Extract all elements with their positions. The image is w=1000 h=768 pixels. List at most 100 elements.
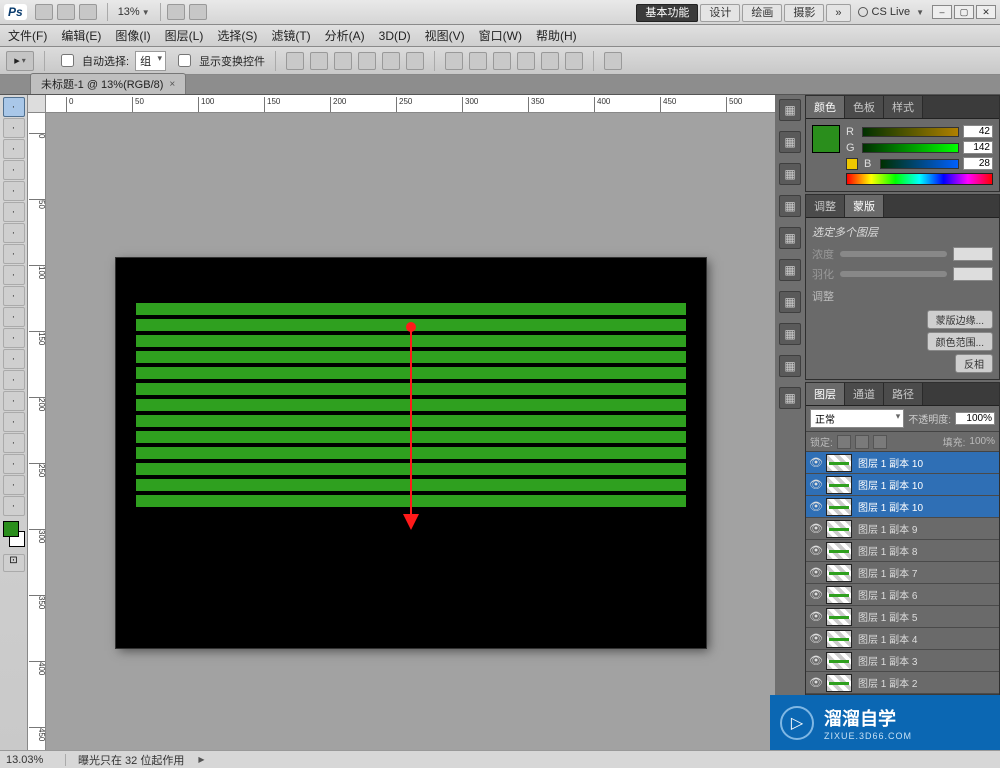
align-icon[interactable] (310, 52, 328, 70)
adj-field[interactable] (953, 267, 993, 281)
panel-tab[interactable]: 样式 (884, 96, 923, 118)
mask-button[interactable]: 颜色范围... (927, 332, 993, 351)
gamut-warning-icon[interactable] (846, 158, 858, 170)
layer-visibility-icon[interactable]: 👁 (806, 654, 826, 667)
panel-tab[interactable]: 调整 (806, 195, 845, 217)
distribute-icon[interactable] (493, 52, 511, 70)
window-close-button[interactable]: ✕ (976, 5, 996, 19)
menu-item[interactable]: 编辑(E) (61, 27, 101, 44)
lock-all-icon[interactable] (873, 435, 887, 449)
dock-para-icon[interactable]: ▦ (779, 259, 801, 281)
layer-thumbnail[interactable] (826, 454, 852, 472)
layer-name[interactable]: 图层 1 副本 5 (858, 609, 999, 624)
artboard[interactable] (116, 258, 706, 648)
dock-clone-icon[interactable]: ▦ (779, 291, 801, 313)
opacity-field[interactable]: 100% (955, 412, 995, 425)
workspace-button[interactable]: 基本功能 (636, 4, 698, 22)
screenmode-icon[interactable] (189, 4, 207, 20)
mask-button[interactable]: 反相 (955, 354, 993, 373)
workspace-button[interactable]: 绘画 (742, 4, 782, 22)
workspace-button[interactable]: 设计 (700, 4, 740, 22)
layer-thumbnail[interactable] (826, 542, 852, 560)
tool-path[interactable]: · (3, 433, 25, 453)
window-max-button[interactable]: ▢ (954, 5, 974, 19)
dock-nav-icon[interactable]: ▦ (779, 99, 801, 121)
bridge-icon[interactable] (35, 4, 53, 20)
layer-visibility-icon[interactable]: 👁 (806, 500, 826, 513)
layer-row[interactable]: 👁 图层 1 副本 4 (806, 628, 999, 650)
current-tool-indicator[interactable]: ▸▾ (6, 51, 34, 71)
layer-visibility-icon[interactable]: 👁 (806, 478, 826, 491)
layer-row[interactable]: 👁图层 1 副本 10 (806, 496, 999, 518)
ruler-vertical[interactable]: 050100150200250300350400450 (28, 113, 46, 750)
cslive-button[interactable]: CS Live▼ (858, 6, 924, 18)
minibridge-icon[interactable] (57, 4, 75, 20)
tool-gradient[interactable]: · (3, 328, 25, 348)
tool-eraser[interactable]: · (3, 307, 25, 327)
menu-item[interactable]: 分析(A) (325, 27, 365, 44)
layer-name[interactable]: 图层 1 副本 10 (858, 477, 999, 492)
layer-row[interactable]: 👁 图层 1 副本 7 (806, 562, 999, 584)
layer-name[interactable]: 图层 1 副本 3 (858, 653, 999, 668)
arrange-icon[interactable] (604, 52, 622, 70)
layer-thumbnail[interactable] (826, 608, 852, 626)
color-swatches[interactable] (3, 521, 25, 547)
tool-marquee[interactable]: · (3, 118, 25, 138)
canvas-viewport[interactable] (46, 113, 775, 750)
dock-swatch-icon[interactable]: ▦ (779, 131, 801, 153)
panel-tab[interactable]: 色板 (845, 96, 884, 118)
layer-row[interactable]: 👁图层 1 副本 8 (806, 540, 999, 562)
panel-tab[interactable]: 颜色 (806, 96, 845, 118)
dock-adjust-icon[interactable]: ▦ (779, 195, 801, 217)
layer-visibility-icon[interactable]: 👁 (806, 566, 826, 579)
tool-pen[interactable]: · (3, 391, 25, 411)
tool-wand[interactable]: · (3, 160, 25, 180)
tool-zoom[interactable]: · (3, 496, 25, 516)
quickmask-button[interactable]: ⊡ (3, 554, 25, 572)
layer-thumbnail[interactable] (826, 674, 852, 692)
tool-hand[interactable]: · (3, 475, 25, 495)
show-transform-checkbox[interactable] (178, 54, 191, 67)
dock-tool-icon[interactable]: ▦ (779, 323, 801, 345)
adj-slider[interactable] (840, 251, 947, 257)
layer-row[interactable]: 👁图层 1 副本 6 (806, 584, 999, 606)
distribute-icon[interactable] (445, 52, 463, 70)
adj-field[interactable] (953, 247, 993, 261)
layer-visibility-icon[interactable]: 👁 (806, 632, 826, 645)
tool-heal[interactable]: · (3, 223, 25, 243)
dock-3d-icon[interactable]: ▦ (779, 355, 801, 377)
panel-tab[interactable]: 路径 (884, 383, 923, 405)
adj-slider[interactable] (840, 271, 947, 277)
layer-visibility-icon[interactable]: 👁 (806, 610, 826, 623)
foreground-color-chip[interactable] (812, 125, 840, 153)
layer-name[interactable]: 图层 1 副本 2 (858, 675, 999, 690)
layer-name[interactable]: 图层 1 副本 4 (858, 631, 999, 646)
layer-name[interactable]: 图层 1 副本 7 (858, 565, 999, 580)
menu-item[interactable]: 滤镜(T) (271, 27, 310, 44)
layer-thumbnail[interactable] (826, 564, 852, 582)
tool-move[interactable]: · (3, 97, 25, 117)
blend-mode-combo[interactable]: 正常 (810, 409, 904, 428)
tool-brush[interactable]: · (3, 244, 25, 264)
layer-name[interactable]: 图层 1 副本 10 (858, 455, 999, 470)
arrange-icon[interactable] (167, 4, 185, 20)
tool-dodge[interactable]: · (3, 370, 25, 390)
status-zoom[interactable]: 13.03% (6, 754, 66, 766)
tool-rect[interactable]: · (3, 454, 25, 474)
tool-eyedrop[interactable]: · (3, 202, 25, 222)
panel-tab[interactable]: 通道 (845, 383, 884, 405)
tool-type[interactable]: · (3, 412, 25, 432)
panel-tab[interactable]: 图层 (806, 383, 845, 405)
layer-visibility-icon[interactable]: 👁 (806, 544, 826, 557)
auto-select-checkbox[interactable] (61, 54, 74, 67)
align-icon[interactable] (334, 52, 352, 70)
g-value[interactable]: 142 (963, 141, 993, 154)
tool-history[interactable]: · (3, 286, 25, 306)
auto-select-combo[interactable]: 组 (135, 51, 166, 71)
r-slider[interactable] (862, 127, 959, 137)
layer-name[interactable]: 图层 1 副本 6 (858, 587, 999, 602)
menu-item[interactable]: 图像(I) (115, 27, 150, 44)
layer-visibility-icon[interactable]: 👁 (806, 522, 826, 535)
align-icon[interactable] (406, 52, 424, 70)
dock-char-icon[interactable]: ▦ (779, 227, 801, 249)
